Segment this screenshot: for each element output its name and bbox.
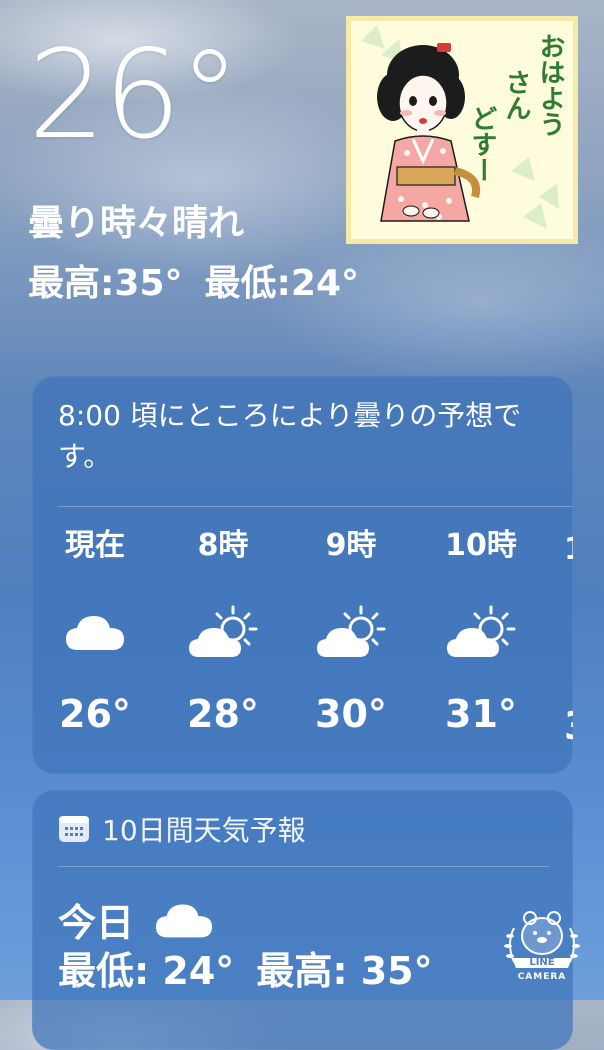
calendar-icon xyxy=(58,815,90,843)
hour-temperature: 26° xyxy=(59,692,131,736)
hour-column: 現在 26° xyxy=(40,526,150,738)
hour-column: 10時 31° xyxy=(426,526,536,738)
hour-column: 9時 30° xyxy=(296,526,406,738)
watermark-brand-line1: LINE xyxy=(529,957,555,968)
hour-temperature: 30° xyxy=(315,692,387,736)
today-label: 今日 xyxy=(58,901,135,945)
ten-day-header-label: 10日間天気予報 xyxy=(102,814,306,847)
hour-label: 8時 xyxy=(197,528,249,563)
cloud-icon xyxy=(154,900,214,940)
partly-sunny-icon xyxy=(426,596,536,668)
watermark-brand-line2: CAMERA xyxy=(517,972,567,982)
hour-label: 現在 xyxy=(65,528,125,563)
hour-label: 10時 xyxy=(445,528,517,563)
maiko-sticker-image: おはよう さん どすー xyxy=(346,16,578,244)
divider xyxy=(58,866,549,867)
forecast-summary: 8:00 頃にところにより曇りの予想です。 xyxy=(58,399,522,473)
next-hour-temperature-partial: 3 xyxy=(564,702,573,750)
divider xyxy=(58,506,573,507)
sticker-greeting-text: おはよう さん どすー xyxy=(467,33,565,183)
line-camera-watermark: LINE CAMERA xyxy=(500,906,584,994)
hour-temperature: 31° xyxy=(445,692,517,736)
hour-column: 8時 28° xyxy=(168,526,278,738)
current-high-low: 最高:35° 最低:24° xyxy=(28,266,359,302)
partly-sunny-icon xyxy=(296,596,406,668)
ten-day-header: 10日間天気予報 xyxy=(58,812,306,847)
hour-temperature: 28° xyxy=(187,692,259,736)
hour-label: 9時 xyxy=(325,528,377,563)
next-hour-label-partial: 1 xyxy=(564,530,573,570)
today-low-high: 最低: 24° 最高: 35° xyxy=(58,940,433,995)
today-high: 最高: 35° xyxy=(256,949,433,993)
current-temperature: 26° xyxy=(28,24,240,166)
current-condition: 曇り時々晴れ xyxy=(28,203,245,244)
today-low: 最低: 24° xyxy=(58,949,235,993)
cloud-icon xyxy=(40,596,150,668)
current-low: 最低:24° xyxy=(204,263,360,304)
partly-sunny-icon xyxy=(168,596,278,668)
ten-day-forecast-card[interactable]: 10日間天気予報 今日 最低: 24° 最高: 35° xyxy=(32,790,573,1050)
current-high: 最高:35° xyxy=(28,263,183,304)
hourly-forecast-card[interactable]: 8:00 頃にところにより曇りの予想です。 現在 26° 8時 28° 9時 3… xyxy=(32,376,573,774)
today-row[interactable]: 今日 xyxy=(58,892,214,947)
